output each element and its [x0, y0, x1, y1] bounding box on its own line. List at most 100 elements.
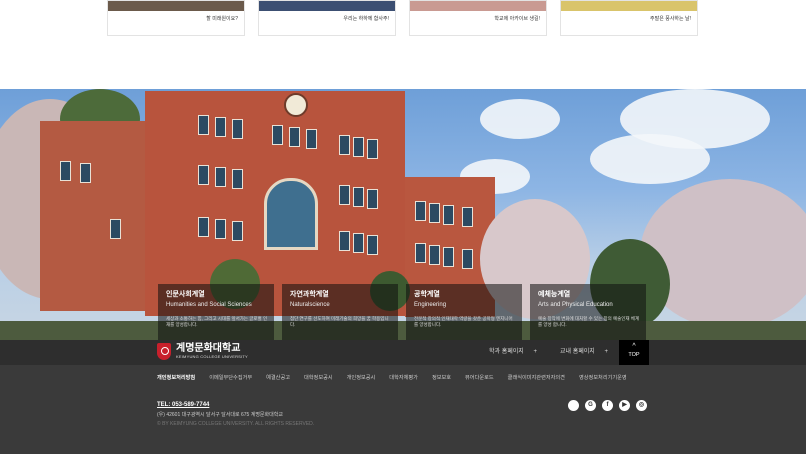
window [215, 167, 226, 187]
news-card-thumbnail [561, 1, 697, 11]
footer-link[interactable]: 예결산공고 [266, 374, 290, 381]
window [306, 129, 317, 149]
footer-link-privacy[interactable]: 개인정보처리방침 [157, 374, 195, 381]
window [462, 207, 473, 227]
logo-english: KEIMYUNG COLLEGE UNIVERSITY [176, 354, 248, 359]
window [232, 169, 243, 189]
college-humanities[interactable]: 인문사회계열 Humanities and Social Sciences 세상… [158, 284, 274, 340]
copyright: © BY KEIMYUNG COLLEGE UNIVERSITY. ALL RI… [157, 421, 315, 427]
window [215, 117, 226, 137]
university-emblem-icon [157, 343, 171, 360]
window [353, 187, 364, 207]
footer-link[interactable]: 영상정보처리기기운영 [579, 374, 627, 381]
footer-link[interactable]: 대학정보공시 [304, 374, 333, 381]
youtube-icon[interactable]: ▶ [619, 400, 630, 411]
social-links: G f ▶ ◎ [568, 400, 647, 411]
college-title: 인문사회계열 [166, 291, 205, 298]
window [232, 119, 243, 139]
dept-homepage-button[interactable]: 학과 홈페이지 + [489, 340, 537, 365]
footer: 개인정보처리방침 이메일무단수집거부 예결산공고 대학정보공시 개인정보공시 대… [0, 365, 806, 454]
college-description: 예술 창작에 변화에 대처할 수 있는 창의 예술인재 체계를 양성 합니다. [538, 316, 640, 327]
window [462, 249, 473, 269]
footer-links: 개인정보처리방침 이메일무단수집거부 예결산공고 대학정보공시 개인정보공시 대… [157, 374, 641, 381]
telephone-link[interactable]: TEL: 053-589-7744 [157, 402, 209, 408]
window [367, 139, 378, 159]
college-english: Naturalscience [290, 302, 330, 308]
chevron-up-icon: ^ [632, 343, 636, 350]
apple-icon[interactable] [568, 400, 579, 411]
window [443, 247, 454, 267]
news-card-caption: 주말은 풍사하는 날! [650, 16, 691, 22]
news-card-thumbnail [108, 1, 244, 11]
college-overlay: 인문사회계열 Humanities and Social Sciences 세상… [158, 284, 648, 340]
plus-icon: + [533, 349, 537, 355]
window [429, 203, 440, 223]
university-logo[interactable]: 계명문화대학교 KEIMYUNG COLLEGE UNIVERSITY [157, 343, 248, 360]
google-icon[interactable]: G [585, 400, 596, 411]
college-title: 예체능계열 [538, 291, 571, 298]
news-card-caption: 할 미래원이요? [206, 16, 238, 22]
footer-link[interactable]: 이메일무단수집거부 [209, 374, 252, 381]
window [339, 185, 350, 205]
news-card-row: 할 미래원이요? 우리는 하하께 함사주! 학교에 아카이브 생길! 주말은 풍… [107, 0, 699, 37]
window [443, 205, 454, 225]
news-card[interactable]: 학교에 아카이브 생길! [409, 0, 547, 36]
college-english: Arts and Physical Education [538, 302, 613, 308]
arched-window [264, 178, 318, 250]
cloud [590, 134, 710, 184]
dept-homepage-label: 학과 홈페이지 [489, 349, 524, 355]
news-card-thumbnail [410, 1, 546, 11]
instagram-icon[interactable]: ◎ [636, 400, 647, 411]
news-card-thumbnail [259, 1, 395, 11]
window [198, 217, 209, 237]
window [215, 219, 226, 239]
window [198, 115, 209, 135]
news-card[interactable]: 주말은 풍사하는 날! [560, 0, 698, 36]
campus-hero-image: 인문사회계열 Humanities and Social Sciences 세상… [0, 89, 806, 340]
campus-homepage-label: 교내 홈페이지 [560, 349, 595, 355]
college-engineering[interactable]: 공학계열 Engineering 전문적 창의적 인재대학 역량을 갖춘 공학형… [406, 284, 522, 340]
window [110, 219, 121, 239]
news-card[interactable]: 할 미래원이요? [107, 0, 245, 36]
college-arts[interactable]: 예체능계열 Arts and Physical Education 예술 창작에… [530, 284, 646, 340]
window [367, 189, 378, 209]
college-natural-science[interactable]: 자연과학계열 Naturalscience 첨단 연구를 선도하여 미래기술의 … [282, 284, 398, 340]
window [272, 125, 283, 145]
clock [284, 93, 308, 117]
cloud [480, 99, 560, 139]
footer-link[interactable]: 클래식이미지관련저자의견 [508, 374, 565, 381]
window [60, 161, 71, 181]
window [353, 137, 364, 157]
college-english: Engineering [414, 302, 447, 308]
address: (우) 42601 대구광역시 달서구 달서대로 675 계명문화대학교 [157, 412, 283, 418]
window [339, 231, 350, 251]
logo-korean: 계명문화대학교 [176, 343, 241, 354]
window [429, 245, 440, 265]
footer-link[interactable]: 정보보호 [432, 374, 451, 381]
news-card[interactable]: 우리는 하하께 함사주! [258, 0, 396, 36]
college-title: 공학계열 [414, 291, 440, 298]
facebook-icon[interactable]: f [602, 400, 613, 411]
top-button[interactable]: ^ TOP [619, 340, 649, 365]
plus-icon: + [604, 349, 608, 355]
footer-link[interactable]: 개인정보공시 [347, 374, 376, 381]
top-label: TOP [628, 352, 640, 358]
building-left-wing [40, 121, 150, 311]
window [289, 127, 300, 147]
window [415, 243, 426, 263]
window [415, 201, 426, 221]
tree [640, 179, 806, 329]
footer-link[interactable]: 뷰어다운로드 [465, 374, 494, 381]
window [198, 165, 209, 185]
news-card-caption: 학교에 아카이브 생길! [494, 16, 540, 22]
college-description: 전문적 창의적 인재대학 역량을 갖춘 공학형 엔지니어를 양성합니다. [414, 316, 513, 327]
news-card-caption: 우리는 하하께 함사주! [343, 16, 389, 22]
window [339, 135, 350, 155]
college-description: 첨단 연구를 선도하여 미래기술의 희망을 꿈 학용입니다. [290, 316, 389, 327]
campus-homepage-button[interactable]: 교내 홈페이지 + [560, 340, 608, 365]
window [232, 221, 243, 241]
footer-link[interactable]: 대학자체평가 [389, 374, 418, 381]
window [367, 235, 378, 255]
window [80, 163, 91, 183]
footer-top-bar: 계명문화대학교 KEIMYUNG COLLEGE UNIVERSITY 학과 홈… [0, 340, 806, 365]
